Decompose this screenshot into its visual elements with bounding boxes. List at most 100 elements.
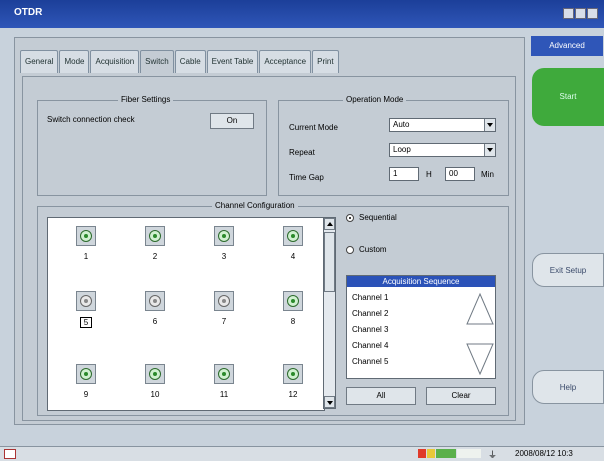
- battery-segment-icon: [418, 449, 426, 458]
- fiber-port-icon: [145, 364, 165, 384]
- current-mode-dropdown[interactable]: Auto: [389, 118, 496, 132]
- tab-acceptance[interactable]: Acceptance: [259, 50, 312, 73]
- channel-12[interactable]: 12: [273, 364, 313, 399]
- repeat-value: Loop: [393, 145, 411, 154]
- sequence-down-icon[interactable]: [466, 343, 494, 376]
- battery-segment-icon: [457, 449, 481, 458]
- exit-setup-button[interactable]: Exit Setup: [532, 253, 604, 287]
- minimize-icon[interactable]: [563, 8, 574, 19]
- close-icon[interactable]: [587, 8, 598, 19]
- all-button[interactable]: All: [346, 387, 416, 405]
- list-item[interactable]: Channel 1: [352, 293, 388, 302]
- tab-cable[interactable]: Cable: [174, 50, 206, 73]
- channel-number: 6: [152, 317, 158, 326]
- channel-config-title: Channel Configuration: [212, 201, 298, 210]
- advanced-button[interactable]: Advanced: [531, 36, 603, 56]
- channel-number: 7: [221, 317, 227, 326]
- window-controls: [563, 8, 598, 19]
- sequence-up-icon[interactable]: [466, 292, 494, 325]
- repeat-label: Repeat: [289, 148, 315, 157]
- fiber-port-icon: [76, 226, 96, 246]
- fiber-port-icon: [283, 226, 303, 246]
- sequential-label: Sequential: [359, 213, 397, 222]
- tab-mode[interactable]: Mode: [59, 50, 90, 73]
- channel-9[interactable]: 9: [66, 364, 106, 399]
- fiber-settings-title: Fiber Settings: [118, 95, 174, 104]
- acquisition-sequence-list[interactable]: Acquisition Sequence Channel 1 Channel 2…: [346, 275, 496, 379]
- minutes-unit-label: Min: [481, 170, 494, 179]
- current-mode-label: Current Mode: [289, 123, 338, 132]
- channel-number: 11: [219, 390, 229, 399]
- channel-4[interactable]: 4: [273, 226, 313, 261]
- acquisition-sequence-header: Acquisition Sequence: [347, 276, 495, 287]
- fiber-port-icon: [145, 226, 165, 246]
- fiber-port-icon: [214, 226, 234, 246]
- tab-print[interactable]: Print: [312, 50, 339, 73]
- battery-segment-icon: [427, 449, 435, 458]
- scroll-down-icon[interactable]: [324, 396, 335, 408]
- channel-number: 2: [152, 252, 158, 261]
- channel-11[interactable]: 11: [204, 364, 244, 399]
- custom-label: Custom: [359, 245, 387, 254]
- title-bar: OTDR: [0, 0, 604, 28]
- channel-number: 5: [80, 317, 92, 328]
- status-datetime: 2008/08/12 10:3: [515, 449, 573, 458]
- channel-grid-scrollbar[interactable]: [323, 217, 336, 409]
- tab-acquisition[interactable]: Acquisition: [90, 50, 140, 73]
- channel-grid: 1 2 3 4 5 6 7 8 9 10 11 12: [47, 217, 325, 411]
- channel-number: 10: [150, 390, 160, 399]
- tab-event-table[interactable]: Event Table: [206, 50, 259, 73]
- fiber-port-icon: [283, 291, 303, 311]
- battery-segment-icon: [436, 449, 456, 458]
- scroll-up-icon[interactable]: [324, 218, 335, 230]
- channel-number: 9: [83, 390, 89, 399]
- scroll-thumb[interactable]: [324, 232, 335, 292]
- hours-unit-label: H: [426, 170, 432, 179]
- time-gap-hours-input[interactable]: 1: [389, 167, 419, 181]
- channel-number: 8: [290, 317, 296, 326]
- time-gap-label: Time Gap: [289, 173, 324, 182]
- channel-5[interactable]: 5: [66, 291, 106, 328]
- status-bar: ⏚ 2008/08/12 10:3: [0, 446, 604, 461]
- channel-10[interactable]: 10: [135, 364, 175, 399]
- app-icon[interactable]: [4, 449, 16, 459]
- channel-number: 1: [83, 252, 89, 261]
- power-plug-icon: ⏚: [488, 450, 498, 460]
- start-button[interactable]: Start: [532, 68, 604, 126]
- repeat-dropdown[interactable]: Loop: [389, 143, 496, 157]
- current-mode-value: Auto: [393, 120, 410, 129]
- custom-radio[interactable]: [346, 246, 354, 254]
- channel-3[interactable]: 3: [204, 226, 244, 261]
- fiber-port-icon: [76, 291, 96, 311]
- fiber-port-icon: [283, 364, 303, 384]
- fiber-port-icon: [76, 364, 96, 384]
- channel-8[interactable]: 8: [273, 291, 313, 326]
- channel-2[interactable]: 2: [135, 226, 175, 261]
- list-item[interactable]: Channel 3: [352, 325, 388, 334]
- list-item[interactable]: Channel 2: [352, 309, 388, 318]
- switch-check-label: Switch connection check: [47, 115, 135, 124]
- channel-7[interactable]: 7: [204, 291, 244, 326]
- maximize-icon[interactable]: [575, 8, 586, 19]
- tab-bar: General Mode Acquisition Switch Cable Ev…: [20, 48, 340, 76]
- channel-number: 12: [288, 390, 298, 399]
- channel-1[interactable]: 1: [66, 226, 106, 261]
- switch-check-toggle[interactable]: On: [210, 113, 254, 129]
- channel-6[interactable]: 6: [135, 291, 175, 326]
- help-button[interactable]: Help: [532, 370, 604, 404]
- fiber-port-icon: [145, 291, 165, 311]
- clear-button[interactable]: Clear: [426, 387, 496, 405]
- chevron-down-icon: [484, 119, 495, 131]
- tab-switch[interactable]: Switch: [140, 50, 174, 73]
- operation-mode-title: Operation Mode: [343, 95, 407, 104]
- window-title: OTDR: [14, 7, 43, 18]
- tab-general[interactable]: General: [20, 50, 59, 73]
- list-item[interactable]: Channel 4: [352, 341, 388, 350]
- time-gap-minutes-input[interactable]: 00: [445, 167, 475, 181]
- fiber-port-icon: [214, 364, 234, 384]
- channel-number: 3: [221, 252, 227, 261]
- channel-number: 4: [290, 252, 296, 261]
- sequence-scroll-arrows: [466, 292, 494, 376]
- sequential-radio[interactable]: [346, 214, 354, 222]
- list-item[interactable]: Channel 5: [352, 357, 388, 366]
